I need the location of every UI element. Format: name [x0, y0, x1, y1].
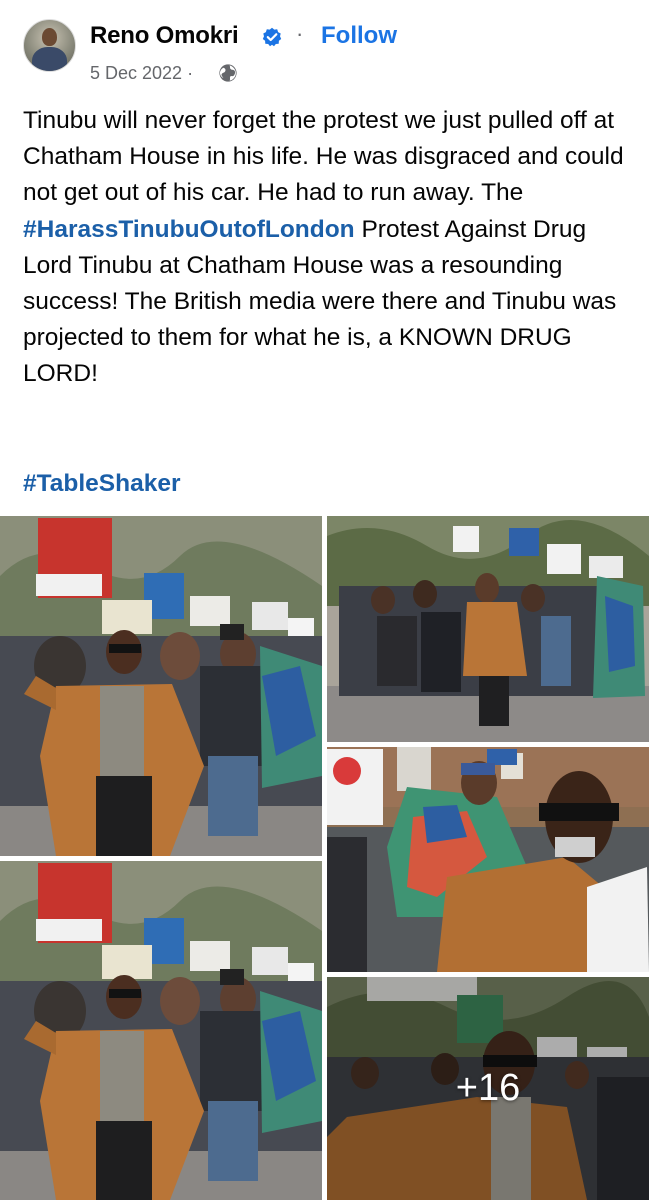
- more-photos-count: +16: [455, 1067, 521, 1109]
- post-body-text: Tinubu will never forget the protest we …: [23, 103, 633, 393]
- post-text-part1: Tinubu will never forget the protest we …: [23, 107, 624, 207]
- header-separator: ·: [296, 21, 304, 46]
- more-photos-overlay[interactable]: +16: [327, 977, 649, 1200]
- avatar-body: [32, 47, 67, 71]
- post-date[interactable]: 5 Dec 2022 ·: [90, 63, 193, 84]
- author-avatar[interactable]: [23, 19, 76, 72]
- photo-1[interactable]: [0, 516, 322, 856]
- photo-5-more[interactable]: +16: [327, 977, 649, 1200]
- post-header: Reno Omokri · Follow 5 Dec 2022 ·: [0, 0, 649, 100]
- post-card: Reno Omokri · Follow 5 Dec 2022 · Tinubu…: [0, 0, 649, 1200]
- avatar-head: [42, 28, 57, 46]
- photo-3[interactable]: [327, 747, 649, 972]
- hashtag-link[interactable]: #HarassTinubuOutofLondon: [23, 216, 355, 243]
- hashtag-link[interactable]: #TableShaker: [23, 466, 181, 502]
- globe-icon: [219, 64, 237, 82]
- photo-2[interactable]: [327, 516, 649, 742]
- author-name[interactable]: Reno Omokri: [90, 22, 239, 50]
- photo-4[interactable]: [0, 861, 322, 1200]
- photo-grid: +16: [0, 516, 649, 1200]
- follow-button[interactable]: Follow: [321, 22, 397, 50]
- verified-badge-icon: [262, 27, 282, 47]
